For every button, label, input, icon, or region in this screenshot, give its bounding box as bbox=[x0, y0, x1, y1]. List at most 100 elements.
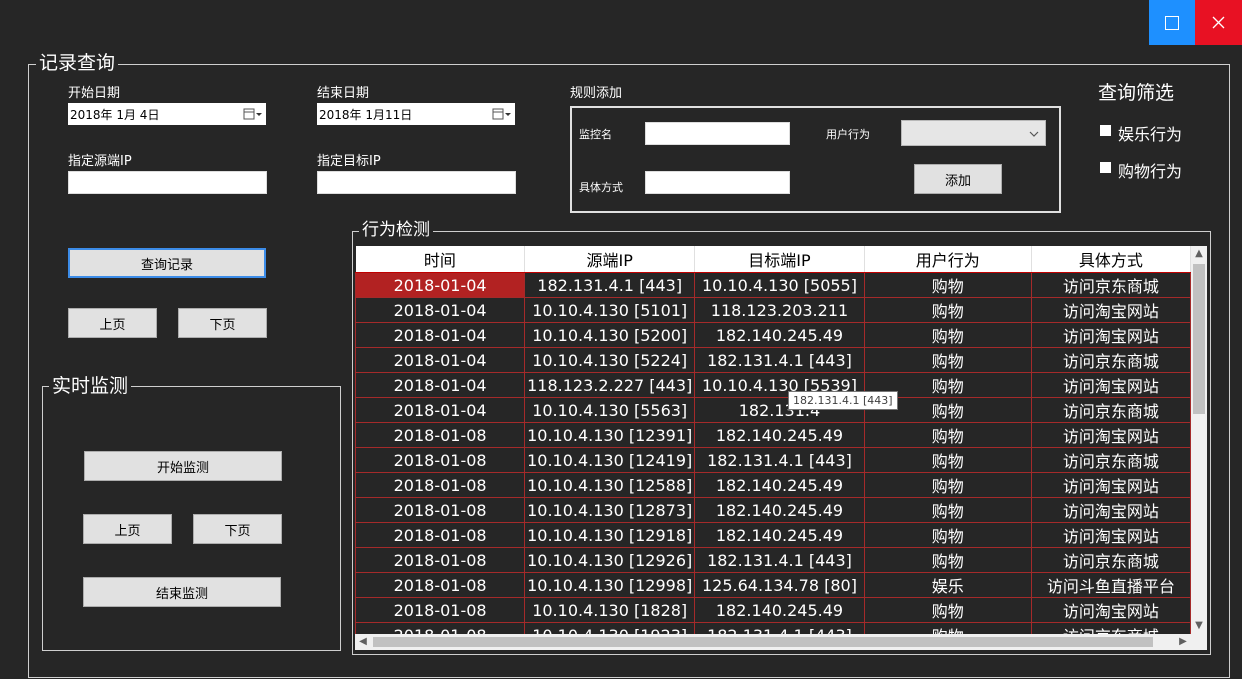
table-row[interactable]: 2018-01-04 10.10.4.130 [5224] 182.131.4.1 … bbox=[355, 347, 1191, 373]
cell-target-ip[interactable]: 182.140.245.49 bbox=[694, 497, 865, 523]
vertical-scroll-thumb[interactable] bbox=[1193, 264, 1205, 414]
cell-method[interactable]: 访问斗鱼直播平台 bbox=[1030, 572, 1191, 598]
cell-source-ip[interactable]: 10.10.4.130 [5101] bbox=[524, 297, 696, 323]
column-header-target-ip[interactable]: 目标端IP bbox=[694, 246, 865, 273]
vertical-scrollbar[interactable]: ▲ ▼ bbox=[1191, 246, 1207, 634]
cell-source-ip[interactable]: 10.10.4.130 [12588] bbox=[524, 472, 696, 498]
cell-target-ip[interactable]: 182.140.245.49 bbox=[694, 597, 865, 623]
query-prev-page-button[interactable]: 上页 bbox=[68, 308, 157, 338]
cell-user-behavior[interactable]: 购物 bbox=[863, 547, 1032, 573]
table-row[interactable]: 2018-01-08 10.10.4.130 [12926] 182.131.4.1… bbox=[355, 547, 1191, 573]
horizontal-scrollbar[interactable]: ◀ ▶ bbox=[355, 634, 1191, 650]
cell-time[interactable]: 2018-01-08 bbox=[355, 447, 526, 473]
cell-source-ip[interactable]: 118.123.2.227 [443] bbox=[524, 372, 696, 398]
calendar-dropdown-icon[interactable] bbox=[243, 107, 263, 121]
table-row[interactable]: 2018-01-08 10.10.4.130 [12998] 125.64.134.… bbox=[355, 572, 1191, 598]
table-row[interactable]: 2018-01-04 10.10.4.130 [5563] 182.131.4 购物访… bbox=[355, 397, 1191, 423]
cell-target-ip[interactable]: 182.140.245.49 bbox=[694, 322, 865, 348]
cell-time[interactable]: 2018-01-08 bbox=[355, 572, 526, 598]
scroll-up-icon[interactable]: ▲ bbox=[1191, 246, 1207, 262]
table-row[interactable]: 2018-01-08 10.10.4.130 [12918] 182.140.245… bbox=[355, 522, 1191, 548]
cell-user-behavior[interactable]: 购物 bbox=[863, 622, 1032, 634]
cell-source-ip[interactable]: 10.10.4.130 [12926] bbox=[524, 547, 696, 573]
cell-method[interactable]: 访问淘宝网站 bbox=[1030, 522, 1191, 548]
cell-user-behavior[interactable]: 购物 bbox=[863, 447, 1032, 473]
cell-time[interactable]: 2018-01-08 bbox=[355, 547, 526, 573]
monitor-prev-page-button[interactable]: 上页 bbox=[83, 514, 172, 544]
table-row[interactable]: 2018-01-08 10.10.4.130 [12873] 182.140.245… bbox=[355, 497, 1191, 523]
end-date-picker[interactable]: 2018年 1月11日 bbox=[317, 103, 515, 125]
cell-user-behavior[interactable]: 购物 bbox=[863, 297, 1032, 323]
cell-target-ip[interactable]: 125.64.134.78 [80] bbox=[694, 572, 865, 598]
table-row[interactable]: 2018-01-04 10.10.4.130 [5200] 182.140.245.… bbox=[355, 322, 1191, 348]
monitor-next-page-button[interactable]: 下页 bbox=[193, 514, 282, 544]
cell-user-behavior[interactable]: 购物 bbox=[863, 497, 1032, 523]
cell-method[interactable]: 访问京东商城 bbox=[1030, 622, 1191, 634]
cell-time[interactable]: 2018-01-04 bbox=[355, 272, 526, 298]
cell-target-ip[interactable]: 182.131.4.1 [443] bbox=[694, 547, 865, 573]
query-records-button[interactable]: 查询记录 bbox=[68, 248, 266, 278]
cell-time[interactable]: 2018-01-08 bbox=[355, 597, 526, 623]
cell-time[interactable]: 2018-01-08 bbox=[355, 422, 526, 448]
cell-source-ip[interactable]: 10.10.4.130 [12998] bbox=[524, 572, 696, 598]
cell-time[interactable]: 2018-01-08 bbox=[355, 497, 526, 523]
cell-target-ip[interactable]: 118.123.203.211 bbox=[694, 297, 865, 323]
cell-method[interactable]: 访问淘宝网站 bbox=[1030, 372, 1191, 398]
user-behavior-select[interactable] bbox=[901, 120, 1046, 146]
query-next-page-button[interactable]: 下页 bbox=[178, 308, 267, 338]
cell-method[interactable]: 访问淘宝网站 bbox=[1030, 297, 1191, 323]
cell-target-ip[interactable]: 182.131.4.1 [443] bbox=[694, 447, 865, 473]
maximize-button[interactable] bbox=[1149, 0, 1195, 45]
scroll-left-icon[interactable]: ◀ bbox=[355, 634, 371, 650]
table-row[interactable]: 2018-01-04 182.131.4.1 [443] 10.10.4.130 [… bbox=[355, 272, 1191, 298]
scroll-down-icon[interactable]: ▼ bbox=[1191, 618, 1207, 634]
cell-target-ip[interactable]: 10.10.4.130 [5055] bbox=[694, 272, 865, 298]
cell-target-ip[interactable]: 182.131.4.1 [443] bbox=[694, 347, 865, 373]
start-date-picker[interactable]: 2018年 1月 4日 bbox=[68, 103, 266, 125]
shopping-checkbox-label[interactable]: 购物行为 bbox=[1118, 158, 1182, 182]
table-row[interactable]: 2018-01-08 10.10.4.130 [12391] 182.140.245… bbox=[355, 422, 1191, 448]
cell-time[interactable]: 2018-01-08 bbox=[355, 472, 526, 498]
cell-time[interactable]: 2018-01-04 bbox=[355, 322, 526, 348]
column-header-source-ip[interactable]: 源端IP bbox=[524, 246, 696, 273]
method-input[interactable] bbox=[645, 171, 790, 194]
cell-source-ip[interactable]: 10.10.4.130 [5563] bbox=[524, 397, 696, 423]
cell-user-behavior[interactable]: 购物 bbox=[863, 522, 1032, 548]
cell-source-ip[interactable]: 10.10.4.130 [12918] bbox=[524, 522, 696, 548]
cell-time[interactable]: 2018-01-04 bbox=[355, 297, 526, 323]
cell-source-ip[interactable]: 10.10.4.130 [5200] bbox=[524, 322, 696, 348]
table-row[interactable]: 2018-01-08 10.10.4.130 [12419] 182.131.4.1… bbox=[355, 447, 1191, 473]
table-row[interactable]: 2018-01-04 118.123.2.227 [443] 10.10.4.130… bbox=[355, 372, 1191, 398]
stop-monitor-button[interactable]: 结束监测 bbox=[83, 577, 281, 607]
cell-method[interactable]: 访问京东商城 bbox=[1030, 447, 1191, 473]
cell-user-behavior[interactable]: 购物 bbox=[863, 422, 1032, 448]
shopping-checkbox[interactable] bbox=[1100, 162, 1111, 173]
cell-method[interactable]: 访问淘宝网站 bbox=[1030, 597, 1191, 623]
cell-time[interactable]: 2018-01-04 bbox=[355, 347, 526, 373]
cell-source-ip[interactable]: 10.10.4.130 [5224] bbox=[524, 347, 696, 373]
column-header-user-behavior[interactable]: 用户行为 bbox=[864, 246, 1032, 273]
cell-user-behavior[interactable]: 娱乐 bbox=[863, 572, 1032, 598]
calendar-dropdown-icon[interactable] bbox=[492, 107, 512, 121]
cell-user-behavior[interactable]: 购物 bbox=[863, 272, 1032, 298]
cell-method[interactable]: 访问淘宝网站 bbox=[1030, 322, 1191, 348]
cell-time[interactable]: 2018-01-08 bbox=[355, 622, 526, 634]
cell-source-ip[interactable]: 10.10.4.130 [12873] bbox=[524, 497, 696, 523]
horizontal-scroll-thumb[interactable] bbox=[373, 637, 1153, 647]
cell-target-ip[interactable]: 182.140.245.49 bbox=[694, 522, 865, 548]
table-row[interactable]: 2018-01-0810.10.4.130 [1923]182.131.4.1 … bbox=[355, 622, 1191, 634]
cell-user-behavior[interactable]: 购物 bbox=[863, 472, 1032, 498]
cell-method[interactable]: 访问京东商城 bbox=[1030, 547, 1191, 573]
column-header-method[interactable]: 具体方式 bbox=[1031, 246, 1191, 273]
scroll-right-icon[interactable]: ▶ bbox=[1175, 634, 1191, 650]
entertainment-checkbox[interactable] bbox=[1100, 125, 1111, 136]
cell-user-behavior[interactable]: 购物 bbox=[863, 322, 1032, 348]
cell-method[interactable]: 访问京东商城 bbox=[1030, 272, 1191, 298]
cell-time[interactable]: 2018-01-04 bbox=[355, 397, 526, 423]
cell-source-ip[interactable]: 10.10.4.130 [12419] bbox=[524, 447, 696, 473]
start-monitor-button[interactable]: 开始监测 bbox=[84, 451, 282, 481]
monitor-name-input[interactable] bbox=[645, 122, 790, 145]
cell-time[interactable]: 2018-01-04 bbox=[355, 372, 526, 398]
table-row[interactable]: 2018-01-08 10.10.4.130 [1828] 182.140.245.… bbox=[355, 597, 1191, 623]
cell-source-ip[interactable]: 10.10.4.130 [12391] bbox=[524, 422, 696, 448]
